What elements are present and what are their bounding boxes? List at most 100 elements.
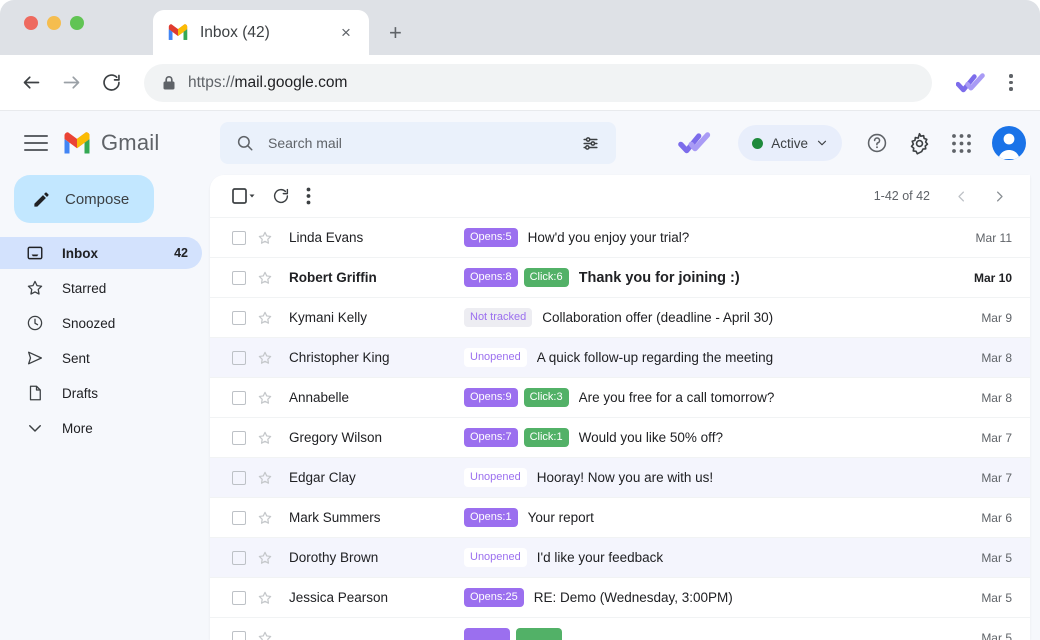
apps-grid-icon[interactable] <box>942 124 980 162</box>
email-date: Mar 6 <box>958 511 1012 525</box>
star-icon[interactable] <box>257 270 273 286</box>
gmail-logo-text: Gmail <box>101 130 159 156</box>
star-icon[interactable] <box>257 230 273 246</box>
sidebar-item-more[interactable]: More <box>0 412 202 444</box>
browser-tab[interactable]: Inbox (42) × <box>153 10 369 55</box>
star-icon[interactable] <box>257 350 273 366</box>
sidebar-item-snoozed[interactable]: Snoozed <box>0 307 202 339</box>
star-icon[interactable] <box>257 590 273 606</box>
email-date: Mar 5 <box>958 631 1012 640</box>
star-icon[interactable] <box>257 430 273 446</box>
minimize-window-button[interactable] <box>47 16 61 30</box>
email-date: Mar 9 <box>958 311 1012 325</box>
row-checkbox[interactable] <box>232 511 246 525</box>
table-row[interactable]: Dorothy BrownUnopenedI'd like your feedb… <box>210 537 1030 577</box>
pagination-range: 1-42 of 42 <box>874 189 930 203</box>
table-row[interactable]: Mark SummersOpens:1Your reportMar 6 <box>210 497 1030 537</box>
email-sender: Christopher King <box>289 350 464 365</box>
star-icon <box>26 279 44 297</box>
reload-icon[interactable] <box>98 70 124 96</box>
row-checkbox[interactable] <box>232 311 246 325</box>
send-icon <box>26 349 44 367</box>
row-checkbox[interactable] <box>232 351 246 365</box>
table-row[interactable]: Robert GriffinOpens:8Click:6Thank you fo… <box>210 257 1030 297</box>
header-actions: Active <box>678 124 1026 162</box>
sidebar-item-drafts[interactable]: Drafts <box>0 377 202 409</box>
gmail-logo[interactable]: Gmail <box>62 130 208 156</box>
mail-list: 1-42 of 42 Linda EvansOpens:5How'd you e… <box>210 175 1030 640</box>
gear-icon[interactable] <box>900 124 938 162</box>
row-checkbox[interactable] <box>232 591 246 605</box>
star-icon[interactable] <box>257 390 273 406</box>
mailtrack-check-icon[interactable] <box>956 72 986 94</box>
more-vertical-icon[interactable] <box>306 187 311 205</box>
forward-icon[interactable] <box>58 70 84 96</box>
search-placeholder: Search mail <box>268 135 567 151</box>
chevron-right-icon[interactable] <box>986 183 1012 209</box>
star-icon[interactable] <box>257 550 273 566</box>
tracking-badges: Opens:7Click:1 <box>464 428 569 447</box>
email-sender: Mark Summers <box>289 510 464 525</box>
help-icon[interactable] <box>858 124 896 162</box>
chevron-left-icon[interactable] <box>948 183 974 209</box>
star-icon[interactable] <box>257 470 273 486</box>
tracking-badges: Opens:8Click:6 <box>464 268 569 287</box>
star-icon[interactable] <box>257 630 273 640</box>
email-date: Mar 7 <box>958 431 1012 445</box>
avatar[interactable] <box>992 126 1026 160</box>
star-icon[interactable] <box>257 510 273 526</box>
sidebar-item-starred[interactable]: Starred <box>0 272 202 304</box>
close-icon[interactable]: × <box>337 24 355 41</box>
search-input[interactable]: Search mail <box>220 122 616 164</box>
hamburger-icon[interactable] <box>24 135 48 151</box>
table-row[interactable]: Edgar ClayUnopenedHooray! Now you are wi… <box>210 457 1030 497</box>
window-controls <box>24 16 84 30</box>
new-tab-button[interactable]: + <box>389 22 402 44</box>
row-checkbox[interactable] <box>232 551 246 565</box>
email-sender: Gregory Wilson <box>289 430 464 445</box>
status-badge <box>464 628 510 640</box>
search-icon <box>236 134 254 152</box>
refresh-icon[interactable] <box>272 187 290 205</box>
star-icon[interactable] <box>257 310 273 326</box>
status-badge: Opens:9 <box>464 388 518 407</box>
sidebar-item-inbox[interactable]: Inbox 42 <box>0 237 202 269</box>
table-row[interactable]: Linda EvansOpens:5How'd you enjoy your t… <box>210 217 1030 257</box>
email-subject: Would you like 50% off? <box>579 430 946 445</box>
maximize-window-button[interactable] <box>70 16 84 30</box>
table-row[interactable]: Kymani KellyNot trackedCollaboration off… <box>210 297 1030 337</box>
email-date: Mar 10 <box>958 271 1012 285</box>
row-checkbox[interactable] <box>232 231 246 245</box>
tracking-badges: Unopened <box>464 348 527 367</box>
email-date: Mar 8 <box>958 391 1012 405</box>
compose-button[interactable]: Compose <box>14 175 154 223</box>
mailtrack-check-icon[interactable] <box>678 131 712 155</box>
email-subject: RE: Demo (Wednesday, 3:00PM) <box>534 590 946 605</box>
tab-strip: Inbox (42) × + <box>0 0 1040 55</box>
table-row[interactable]: Gregory WilsonOpens:7Click:1 Would you li… <box>210 417 1030 457</box>
table-row[interactable]: Jessica PearsonOpens:25RE: Demo (Wednesd… <box>210 577 1030 617</box>
table-row[interactable]: Mar 5 <box>210 617 1030 640</box>
kebab-menu-icon[interactable] <box>1000 74 1022 91</box>
row-checkbox[interactable] <box>232 431 246 445</box>
select-all-checkbox[interactable] <box>232 188 256 204</box>
back-icon[interactable] <box>18 70 44 96</box>
table-row[interactable]: AnnabelleOpens:9Click:3Are you free for … <box>210 377 1030 417</box>
email-subject: Hooray! Now you are with us! <box>537 470 946 485</box>
status-badge[interactable]: Active <box>738 125 842 161</box>
row-checkbox[interactable] <box>232 471 246 485</box>
clock-icon <box>26 314 44 332</box>
email-sender: Robert Griffin <box>289 270 464 285</box>
row-checkbox[interactable] <box>232 391 246 405</box>
address-bar[interactable]: https://mail.google.com <box>144 64 932 102</box>
search-options-icon[interactable] <box>581 134 600 153</box>
table-row[interactable]: Christopher KingUnopenedA quick follow-u… <box>210 337 1030 377</box>
close-window-button[interactable] <box>24 16 38 30</box>
row-checkbox[interactable] <box>232 631 246 640</box>
tracking-badges <box>464 628 562 640</box>
email-sender: Dorothy Brown <box>289 550 464 565</box>
row-checkbox[interactable] <box>232 271 246 285</box>
sidebar-item-sent[interactable]: Sent <box>0 342 202 374</box>
inbox-unread-count: 42 <box>174 246 188 260</box>
tracking-badges: Opens:25 <box>464 588 524 607</box>
